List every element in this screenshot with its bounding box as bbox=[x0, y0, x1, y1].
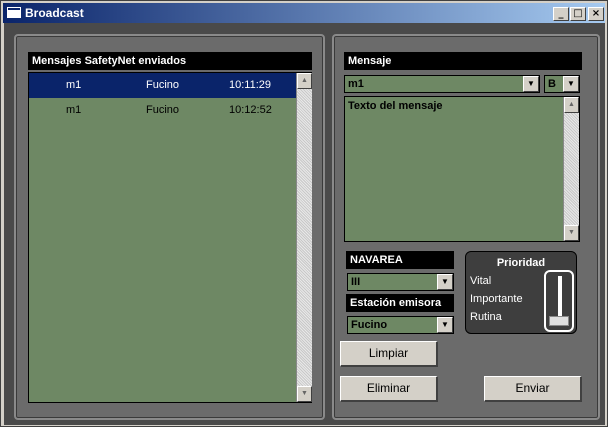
broadcast-window: Broadcast _ □ × Mensajes SafetyNet envia… bbox=[0, 0, 608, 427]
sent-messages-panel: Mensajes SafetyNet enviados m1 Fucino 10… bbox=[14, 34, 325, 420]
priority-panel: Prioridad Vital Importante Rutina bbox=[465, 251, 577, 334]
sent-messages-header: Mensajes SafetyNet enviados bbox=[28, 52, 312, 70]
title-bar[interactable]: Broadcast _ □ × bbox=[3, 3, 605, 23]
message-text-area[interactable]: Texto del mensaje ▲ ▼ bbox=[344, 96, 580, 242]
station-label: Estación emisora bbox=[346, 294, 454, 312]
scroll-up-icon[interactable]: ▲ bbox=[297, 73, 312, 89]
row-station: Fucino bbox=[146, 104, 180, 116]
priority-option-rutina[interactable]: Rutina bbox=[470, 311, 502, 323]
priority-slider[interactable] bbox=[544, 270, 574, 332]
message-select[interactable]: m1 ▼ bbox=[344, 75, 540, 93]
list-scrollbar[interactable]: ▲ ▼ bbox=[296, 73, 312, 402]
window-icon bbox=[7, 7, 21, 18]
priority-option-importante[interactable]: Importante bbox=[470, 293, 523, 305]
row-id: m1 bbox=[66, 104, 82, 116]
navarea-label: NAVAREA bbox=[346, 251, 454, 269]
chevron-down-icon[interactable]: ▼ bbox=[563, 76, 579, 92]
sent-messages-list[interactable]: m1 Fucino 10:11:29 m1 Fucino 10:12:52 ▲ … bbox=[28, 72, 312, 403]
chevron-down-icon[interactable]: ▼ bbox=[523, 76, 539, 92]
message-text: Texto del mensaje bbox=[348, 100, 443, 112]
slider-handle[interactable] bbox=[549, 316, 569, 326]
client-area: Mensajes SafetyNet enviados m1 Fucino 10… bbox=[4, 23, 605, 425]
row-time: 10:12:52 bbox=[229, 104, 272, 116]
chevron-down-icon[interactable]: ▼ bbox=[437, 274, 453, 290]
memo-scrollbar[interactable]: ▲ ▼ bbox=[563, 97, 579, 241]
navarea-value: III bbox=[351, 276, 361, 288]
send-button[interactable]: Enviar bbox=[484, 376, 582, 402]
chevron-down-icon[interactable]: ▼ bbox=[437, 317, 453, 333]
message-header: Mensaje bbox=[344, 52, 582, 70]
format-select-value: B bbox=[548, 78, 556, 90]
row-id: m1 bbox=[66, 79, 82, 91]
table-row[interactable]: m1 Fucino 10:11:29 bbox=[29, 73, 296, 98]
clear-button[interactable]: Limpiar bbox=[340, 341, 438, 367]
window-title: Broadcast bbox=[25, 6, 84, 20]
minimize-button[interactable]: _ bbox=[553, 7, 569, 21]
priority-title: Prioridad bbox=[496, 257, 546, 269]
scroll-down-icon[interactable]: ▼ bbox=[297, 386, 312, 402]
priority-option-vital[interactable]: Vital bbox=[470, 275, 491, 287]
delete-button[interactable]: Eliminar bbox=[340, 376, 438, 402]
close-button[interactable]: × bbox=[588, 7, 604, 21]
table-row[interactable]: m1 Fucino 10:12:52 bbox=[29, 98, 296, 123]
row-station: Fucino bbox=[146, 79, 180, 91]
navarea-select[interactable]: III ▼ bbox=[347, 273, 454, 291]
message-select-value: m1 bbox=[348, 78, 364, 90]
row-time: 10:11:29 bbox=[229, 79, 272, 91]
format-select[interactable]: B ▼ bbox=[544, 75, 580, 93]
scroll-down-icon[interactable]: ▼ bbox=[564, 225, 579, 241]
scroll-up-icon[interactable]: ▲ bbox=[564, 97, 579, 113]
station-value: Fucino bbox=[351, 319, 388, 331]
maximize-button[interactable]: □ bbox=[570, 7, 586, 21]
station-select[interactable]: Fucino ▼ bbox=[347, 316, 454, 334]
message-panel: Mensaje m1 ▼ B ▼ Texto del mensaje ▲ ▼ N… bbox=[332, 34, 600, 420]
